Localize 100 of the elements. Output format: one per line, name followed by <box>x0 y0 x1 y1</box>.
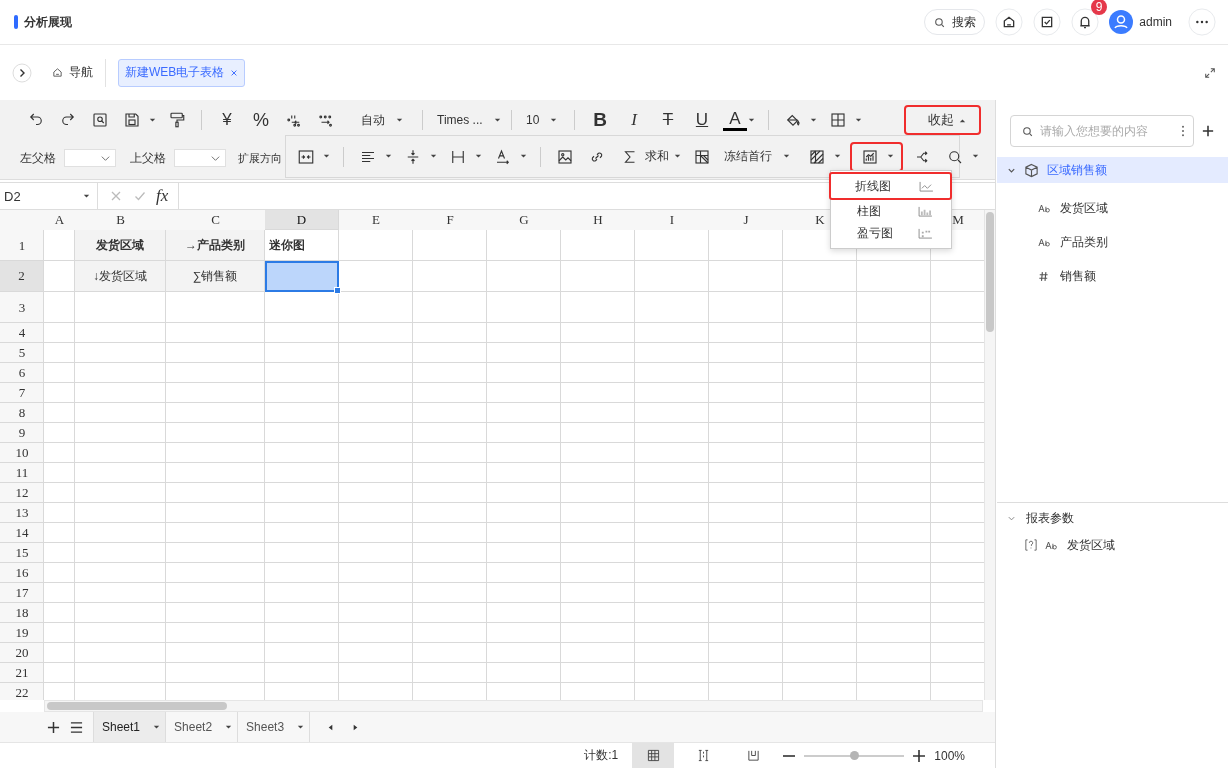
row-header[interactable]: 2 <box>0 261 44 292</box>
field-label: 扩展方向 <box>238 150 282 166</box>
save-icon[interactable] <box>123 111 141 129</box>
sum-button[interactable]: 求和 <box>613 147 686 166</box>
row-header[interactable]: 18 <box>0 603 44 623</box>
win-loss-chart-icon <box>918 227 933 239</box>
column-header[interactable]: I <box>635 210 709 230</box>
row-header[interactable]: 10 <box>0 443 44 463</box>
format-button[interactable]: U <box>685 110 719 130</box>
freeze-dropdown[interactable]: 冻结首行 <box>718 148 801 165</box>
row-header[interactable]: 16 <box>0 563 44 583</box>
more-icon[interactable] <box>1181 125 1185 137</box>
line-chart-icon <box>919 180 934 192</box>
home-icon[interactable] <box>995 8 1024 36</box>
image-icon[interactable] <box>556 147 574 166</box>
field-item[interactable]: 发货区域 <box>996 191 1228 225</box>
sheet-tab[interactable]: Sheet1 <box>93 712 167 742</box>
row-header[interactable]: 11 <box>0 463 44 483</box>
format-button[interactable]: T <box>651 110 685 130</box>
row-header[interactable]: 6 <box>0 363 44 383</box>
field-item[interactable]: 产品类别 <box>996 225 1228 259</box>
row-header[interactable]: 9 <box>0 423 44 443</box>
document-tab[interactable]: 新建WEB电子表格 <box>118 58 246 87</box>
cell-reference-field[interactable]: D2 <box>0 183 98 209</box>
row-header[interactable]: 4 <box>0 323 44 343</box>
merge-cells-icon[interactable] <box>297 147 315 166</box>
sheet-tab[interactable]: Sheet3 <box>238 712 311 742</box>
cube-icon <box>1024 162 1039 178</box>
column-header[interactable]: J <box>709 210 783 230</box>
column-header[interactable]: F <box>413 210 487 230</box>
row-header[interactable]: 21 <box>0 663 44 683</box>
close-icon[interactable] <box>230 68 239 77</box>
text-type-icon <box>1038 236 1052 248</box>
row-header[interactable]: 5 <box>0 343 44 363</box>
vertical-scrollbar[interactable] <box>984 210 995 700</box>
logo-mark <box>14 15 18 29</box>
row-header[interactable]: 13 <box>0 503 44 523</box>
row-header[interactable]: 3 <box>0 292 44 323</box>
add-icon[interactable] <box>47 720 60 734</box>
menu-item[interactable]: 盈亏图 <box>831 222 951 244</box>
borders-icon[interactable] <box>829 111 847 129</box>
expand-icon[interactable] <box>12 62 32 83</box>
column-header[interactable]: E <box>339 210 413 230</box>
row-header[interactable]: 14 <box>0 523 44 543</box>
row-header[interactable]: 7 <box>0 383 44 403</box>
column-header[interactable]: C <box>166 210 265 230</box>
text-direction-icon[interactable] <box>494 147 512 166</box>
number-format-dropdown[interactable]: 自动 <box>342 111 414 129</box>
row-header[interactable]: 8 <box>0 403 44 423</box>
column-header[interactable]: G <box>487 210 561 230</box>
search-icon <box>933 15 947 29</box>
column-header[interactable]: B <box>75 210 166 230</box>
percent-button[interactable]: % <box>244 109 278 131</box>
font-color-button[interactable]: A <box>723 109 747 131</box>
section-header[interactable]: 报表参数 <box>997 503 1228 533</box>
checklist-icon[interactable] <box>1033 8 1062 36</box>
row-header[interactable]: 12 <box>0 483 44 503</box>
row-header[interactable]: 22 <box>0 683 44 700</box>
field-item[interactable]: 销售额 <box>996 259 1228 293</box>
dataset-item[interactable]: 区域销售额 <box>997 157 1228 183</box>
search-field[interactable]: 请输入您想要的内容 <box>1010 115 1194 147</box>
page-icon <box>696 749 710 762</box>
font-size-dropdown[interactable]: 10 <box>520 113 566 127</box>
freeze-icon[interactable] <box>693 147 711 166</box>
format-button[interactable]: B <box>583 109 617 131</box>
table-cell: 发货区域 <box>75 230 166 261</box>
row-header[interactable]: 20 <box>0 643 44 663</box>
grid-icon <box>646 749 660 762</box>
menu-icon[interactable] <box>70 720 83 734</box>
row-header[interactable]: 17 <box>0 583 44 603</box>
normal-view-button[interactable] <box>632 743 675 768</box>
zoom-level: 100% <box>934 748 965 763</box>
pattern-icon[interactable] <box>808 147 826 166</box>
parameter-item[interactable]: 发货区域 <box>997 533 1228 557</box>
menu-item[interactable]: 折线图 <box>829 172 952 200</box>
user-name[interactable]: admin <box>1139 15 1172 29</box>
horizontal-scrollbar[interactable] <box>44 700 983 712</box>
fullscreen-icon[interactable] <box>1204 66 1216 79</box>
sheet-tab[interactable]: Sheet2 <box>166 712 239 742</box>
avatar-icon[interactable] <box>1109 10 1134 34</box>
format-painter-icon[interactable] <box>168 111 186 129</box>
search-input[interactable]: 请输入您想要的内容 <box>1038 123 1177 139</box>
selected-cell[interactable] <box>265 261 339 292</box>
nav-link[interactable]: 导航 <box>52 64 93 81</box>
row-header[interactable]: 19 <box>0 623 44 643</box>
format-button[interactable]: I <box>617 110 651 130</box>
zoom-slider[interactable] <box>804 754 905 757</box>
preview-icon[interactable] <box>91 111 109 129</box>
menu-item[interactable]: 柱图 <box>831 200 951 222</box>
zoom-in-icon[interactable] <box>912 748 927 763</box>
currency-button[interactable]: ¥ <box>210 110 244 130</box>
font-dropdown[interactable]: Times ... <box>431 113 503 127</box>
function-label[interactable]: fx <box>156 186 169 206</box>
row-header[interactable]: 15 <box>0 543 44 563</box>
search-icon <box>1021 124 1034 138</box>
column-header[interactable]: H <box>561 210 635 230</box>
column-header[interactable]: A <box>44 210 75 230</box>
add-icon[interactable] <box>1202 125 1214 137</box>
column-header[interactable]: D <box>265 210 339 230</box>
row-header[interactable]: 1 <box>0 230 44 261</box>
